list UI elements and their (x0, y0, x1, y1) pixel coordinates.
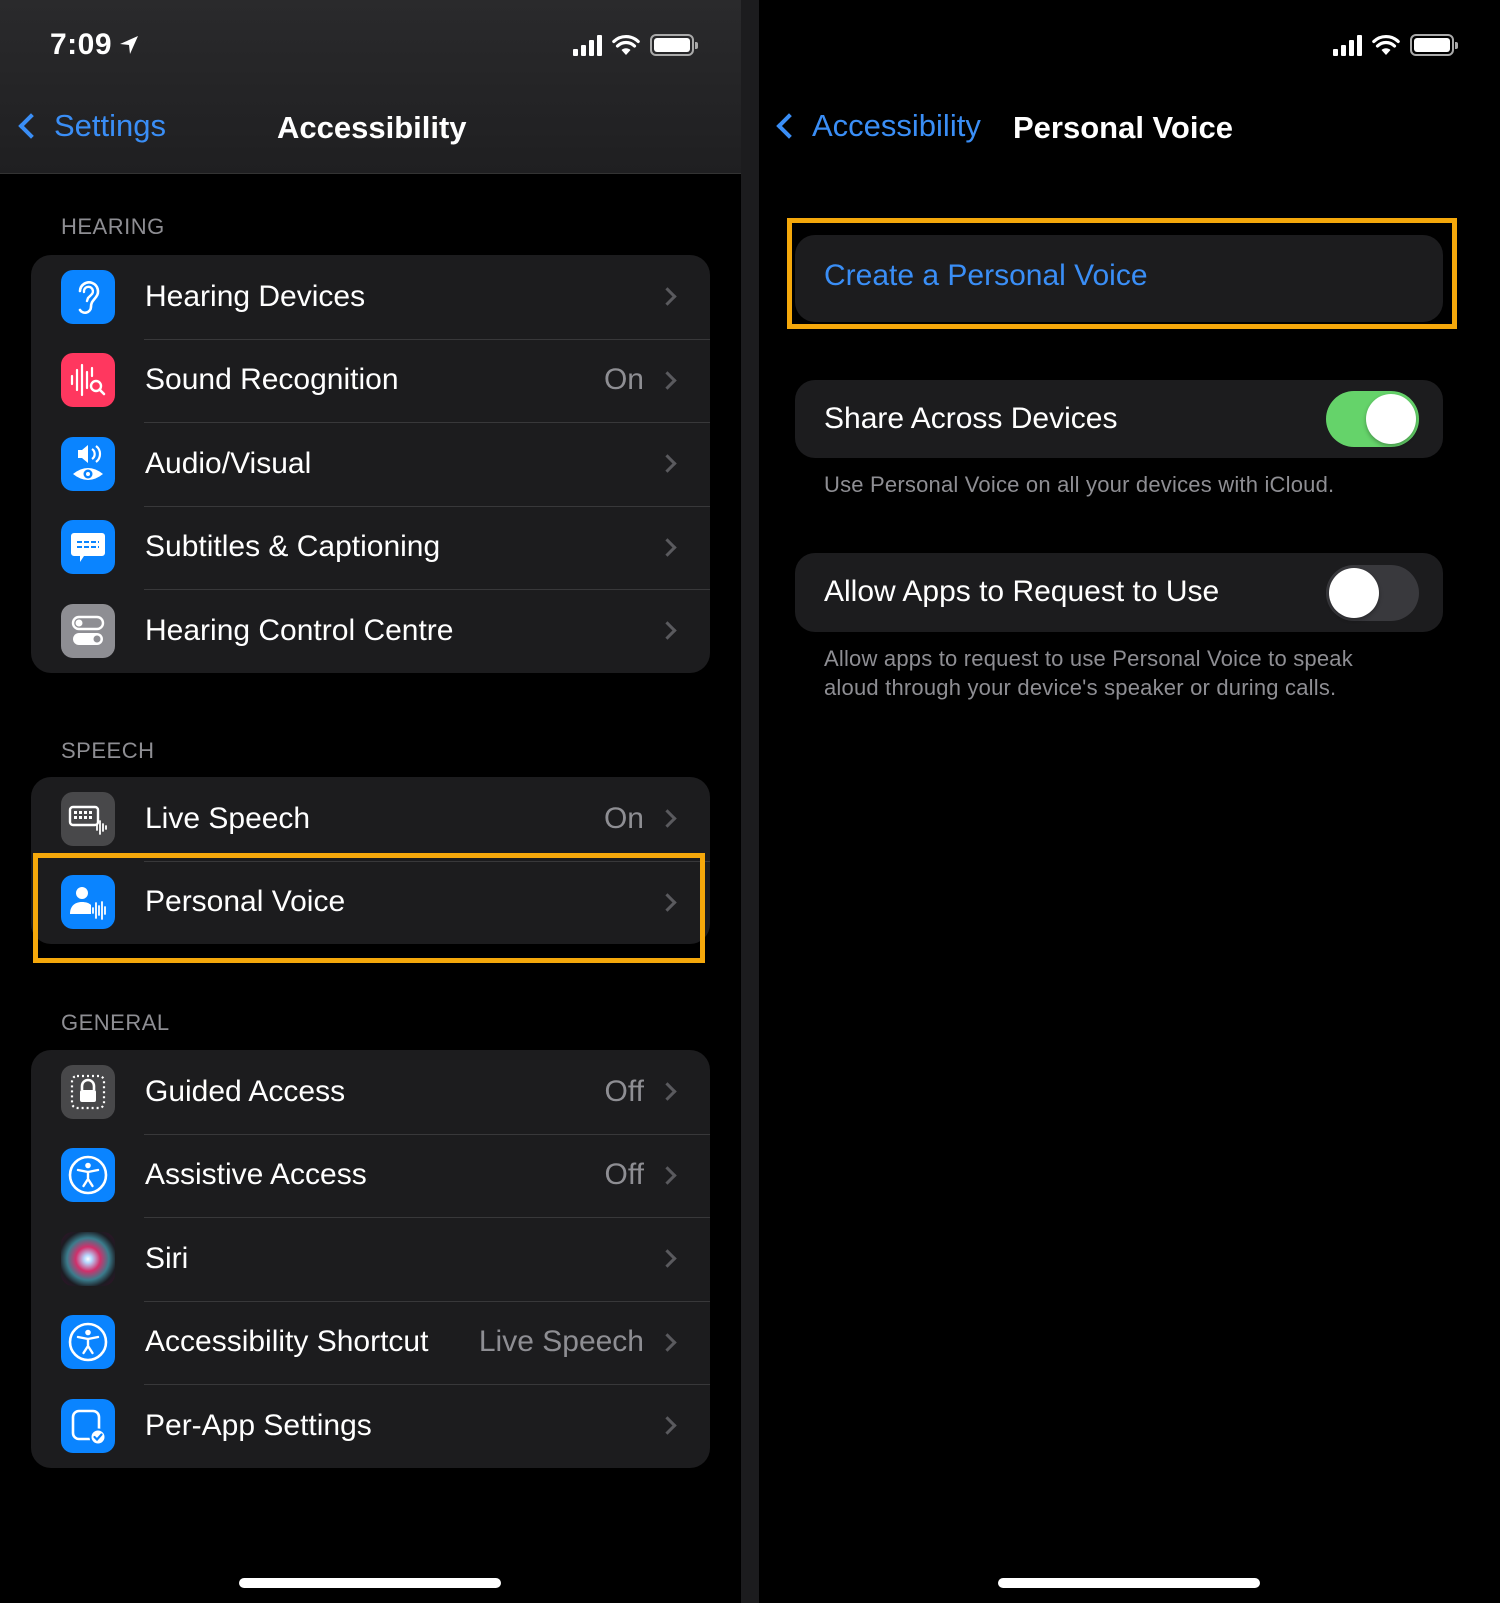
list-item-personal-voice[interactable]: Personal Voice (31, 860, 710, 945)
section-header-hearing: HEARING (61, 214, 165, 239)
home-indicator[interactable] (239, 1578, 501, 1588)
description-line: aloud through your device's speaker or d… (824, 675, 1337, 700)
list-item-accessibility-shortcut[interactable]: Accessibility Shortcut Live Speech (31, 1300, 710, 1385)
list-item-subtitles-captioning[interactable]: Subtitles & Captioning (31, 505, 710, 590)
item-label: Hearing Devices (145, 279, 366, 313)
lock-dotted-icon (61, 1064, 115, 1119)
share-across-devices-toggle[interactable] (1326, 391, 1419, 447)
item-value: Live Speech (478, 1325, 644, 1359)
navigation-bar (0, 0, 741, 174)
status-bar-time: 7:09 (50, 28, 140, 62)
chevron-right-icon (658, 538, 677, 557)
location-arrow-icon (118, 34, 140, 56)
list-item-hearing-control-centre[interactable]: Hearing Control Centre (31, 589, 710, 673)
chevron-right-icon (658, 1082, 677, 1101)
keyboard-waveform-icon (61, 791, 115, 846)
item-value: On (603, 801, 644, 835)
speech-group: Live Speech On Personal Voice (31, 777, 710, 944)
description-line: Allow apps to request to use Personal Vo… (824, 646, 1353, 671)
allow-apps-label: Allow Apps to Request to Use (824, 575, 1220, 608)
item-label: Assistive Access (145, 1158, 367, 1192)
back-button-settings[interactable]: Settings (14, 108, 166, 144)
item-label: Guided Access (145, 1074, 346, 1108)
per-app-icon (61, 1398, 115, 1453)
personal-voice-screen: Accessibility Personal Voice Create a Pe… (759, 0, 1500, 1603)
item-label: Per-App Settings (145, 1408, 372, 1442)
chevron-right-icon (658, 287, 677, 306)
chevron-right-icon (658, 1166, 677, 1185)
item-value: Off (604, 1158, 644, 1192)
item-value: Off (604, 1074, 644, 1108)
list-item-hearing-devices[interactable]: Hearing Devices (31, 255, 710, 339)
status-icons (1333, 34, 1458, 56)
list-item-audio-visual[interactable]: Audio/Visual (31, 422, 710, 506)
item-label: Live Speech (145, 801, 311, 835)
list-item-guided-access[interactable]: Guided Access Off (31, 1050, 710, 1134)
chevron-right-icon (658, 1249, 677, 1268)
chevron-left-icon (776, 113, 802, 139)
chevron-right-icon (658, 1416, 677, 1435)
list-item-live-speech[interactable]: Live Speech On (31, 777, 710, 861)
allow-apps-description: Allow apps to request to use Personal Vo… (824, 644, 1353, 702)
item-label: Sound Recognition (145, 363, 399, 397)
list-item-sound-recognition[interactable]: Sound Recognition On (31, 338, 710, 423)
cellular-signal-icon (573, 34, 602, 56)
section-header-speech: SPEECH (61, 738, 155, 763)
section-header-general: GENERAL (61, 1010, 170, 1035)
item-label: Personal Voice (145, 885, 346, 919)
chevron-right-icon (658, 454, 677, 473)
allow-apps-row: Allow Apps to Request to Use (795, 553, 1443, 632)
back-label: Accessibility (812, 108, 981, 143)
accessibility-icon (61, 1148, 115, 1203)
panel-divider (741, 0, 759, 1603)
battery-icon (650, 34, 698, 56)
chevron-right-icon (658, 809, 677, 828)
create-personal-voice-button[interactable]: Create a Personal Voice (795, 235, 1443, 322)
item-value: On (603, 363, 644, 397)
wifi-icon (1372, 34, 1400, 56)
siri-icon (61, 1231, 115, 1286)
ear-icon (61, 269, 115, 324)
chevron-right-icon (658, 621, 677, 640)
battery-icon (1410, 34, 1458, 56)
general-group: Guided Access Off Assistive Access Off S… (31, 1050, 710, 1468)
page-title: Accessibility (277, 110, 467, 145)
control-centre-icon (61, 603, 115, 658)
list-item-assistive-access[interactable]: Assistive Access Off (31, 1133, 710, 1218)
create-personal-voice-label: Create a Personal Voice (824, 259, 1148, 292)
status-icons (573, 34, 698, 56)
item-label: Subtitles & Captioning (145, 530, 441, 564)
share-across-devices-row: Share Across Devices (795, 380, 1443, 458)
sound-recognition-icon (61, 353, 115, 408)
accessibility-icon (61, 1315, 115, 1370)
page-title: Personal Voice (1013, 110, 1233, 145)
list-item-siri[interactable]: Siri (31, 1217, 710, 1301)
chevron-left-icon (18, 113, 44, 139)
share-across-devices-label: Share Across Devices (824, 402, 1118, 435)
audio-visual-icon (61, 436, 115, 491)
chevron-right-icon (658, 1333, 677, 1352)
hearing-group: Hearing Devices Sound Recognition On Aud… (31, 255, 710, 673)
item-label: Audio/Visual (145, 446, 312, 480)
accessibility-screen: 7:09 Settings Accessibility HEARING Hear… (0, 0, 741, 1603)
item-label: Hearing Control Centre (145, 613, 454, 647)
back-label: Settings (54, 108, 167, 143)
share-across-devices-description: Use Personal Voice on all your devices w… (824, 472, 1335, 497)
person-waveform-icon (61, 875, 115, 930)
captions-icon (61, 520, 115, 575)
item-label: Siri (145, 1241, 189, 1275)
home-indicator[interactable] (998, 1578, 1260, 1588)
cellular-signal-icon (1333, 34, 1362, 56)
back-button-accessibility[interactable]: Accessibility (772, 108, 981, 144)
allow-apps-toggle[interactable] (1326, 565, 1419, 621)
chevron-right-icon (658, 893, 677, 912)
chevron-right-icon (658, 371, 677, 390)
time-label: 7:09 (50, 28, 113, 61)
list-item-per-app-settings[interactable]: Per-App Settings (31, 1384, 710, 1468)
wifi-icon (612, 34, 640, 56)
item-label: Accessibility Shortcut (145, 1325, 429, 1359)
